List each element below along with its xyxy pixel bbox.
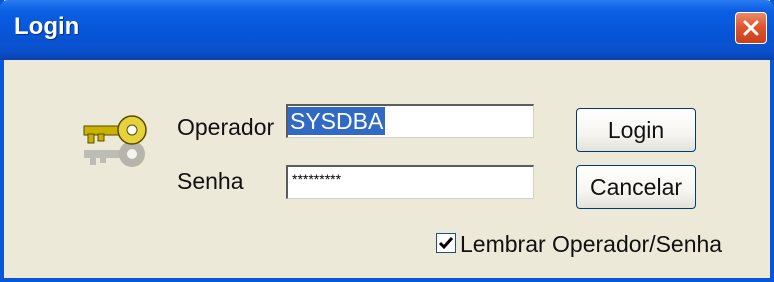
close-button[interactable] xyxy=(735,12,767,44)
password-field[interactable]: ********* xyxy=(286,165,534,199)
title-bar[interactable]: Login xyxy=(0,0,774,60)
cancel-button-label: Cancelar xyxy=(589,173,683,200)
key-icon xyxy=(83,115,147,167)
password-value: ********* xyxy=(292,171,342,187)
login-button-label: Login xyxy=(607,116,665,143)
window-title: Login xyxy=(14,13,80,40)
operator-label: Operador xyxy=(177,114,275,140)
remember-label[interactable]: Lembrar Operador/Senha xyxy=(460,231,722,258)
cancel-button[interactable]: Cancelar xyxy=(576,165,696,209)
login-button[interactable]: Login xyxy=(576,108,696,152)
login-dialog: Login Operador SYSDBA Senha ********* Lo… xyxy=(0,0,774,282)
close-icon xyxy=(743,20,759,36)
remember-checkbox[interactable] xyxy=(436,233,456,253)
operator-value: SYSDBA xyxy=(288,107,386,135)
operator-field[interactable]: SYSDBA xyxy=(286,104,534,138)
checkmark-icon xyxy=(438,237,454,250)
password-label: Senha xyxy=(177,168,244,194)
